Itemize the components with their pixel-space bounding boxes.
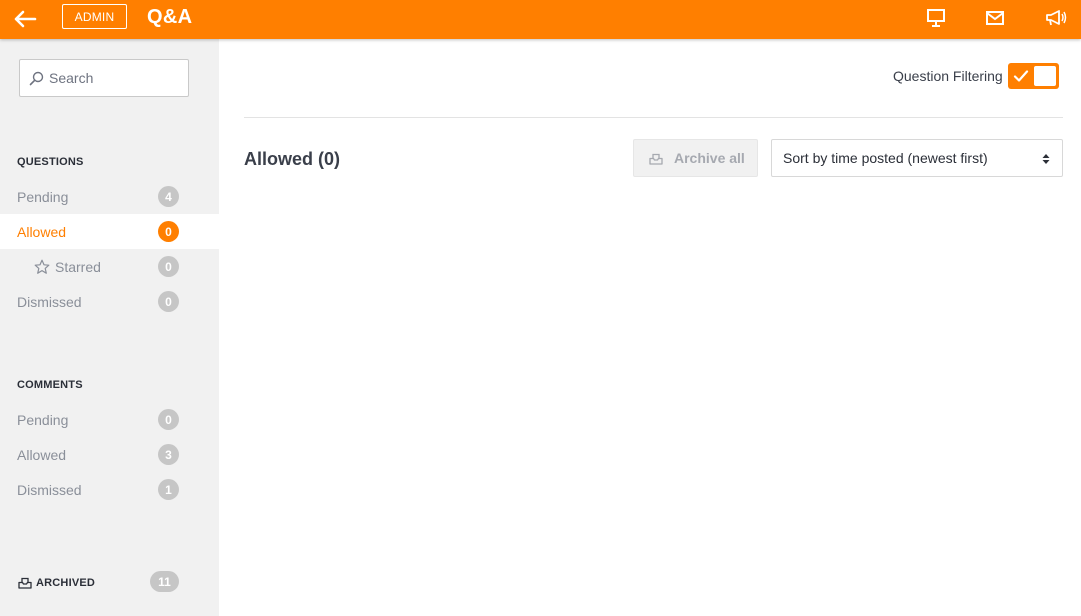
count-badge: 0 [158, 291, 179, 312]
toggle-knob [1034, 66, 1056, 86]
sort-select[interactable]: Sort by time posted (newest first) [771, 139, 1063, 177]
sidebar-item-label: Pending [17, 411, 69, 428]
question-filtering-toggle[interactable] [1008, 63, 1059, 89]
sidebar-item-questions-allowed[interactable]: Allowed 0 [0, 214, 219, 249]
archived-count-badge: 11 [150, 571, 179, 592]
arrow-left-icon [14, 10, 37, 28]
sidebar-item-comments-allowed[interactable]: Allowed 3 [0, 437, 219, 472]
questions-section-title: QUESTIONS [17, 156, 84, 168]
count-badge: 1 [158, 479, 179, 500]
count-badge: 4 [158, 186, 179, 207]
back-button[interactable] [10, 5, 40, 33]
sidebar-item-questions-starred[interactable]: Starred 0 [0, 249, 219, 284]
sidebar-item-label: Starred [55, 258, 101, 275]
archive-all-button[interactable]: Archive all [633, 139, 758, 177]
count-badge: 0 [158, 256, 179, 277]
archived-label: ARCHIVED [36, 577, 96, 589]
star-icon [34, 259, 50, 274]
presentation-icon [927, 9, 945, 27]
question-filtering-label: Question Filtering [893, 68, 1003, 84]
search-input[interactable] [49, 70, 179, 86]
presentation-button[interactable] [923, 6, 949, 30]
search-icon [29, 71, 44, 85]
sidebar-item-label: Dismissed [17, 481, 82, 498]
sidebar-item-archived[interactable]: ARCHIVED 11 [0, 565, 219, 600]
sidebar-item-questions-dismissed[interactable]: Dismissed 0 [0, 284, 219, 319]
mail-icon [986, 11, 1004, 25]
sort-selected-value: Sort by time posted (newest first) [783, 150, 988, 166]
announcement-button[interactable] [1043, 6, 1069, 30]
sidebar-item-label: Pending [17, 188, 69, 205]
archive-icon [18, 577, 32, 589]
top-bar: ADMIN Q&A [0, 0, 1081, 39]
mail-button[interactable] [982, 6, 1008, 30]
comments-section-title: COMMENTS [17, 379, 83, 391]
page-title: Q&A [147, 6, 193, 28]
check-icon [1013, 70, 1029, 82]
search-box[interactable] [19, 59, 189, 97]
archive-all-label: Archive all [674, 150, 745, 166]
archive-icon [649, 153, 663, 165]
admin-badge[interactable]: ADMIN [62, 4, 127, 29]
header-divider [244, 117, 1063, 118]
sidebar-item-comments-dismissed[interactable]: Dismissed 1 [0, 472, 219, 507]
count-badge: 3 [158, 444, 179, 465]
count-badge: 0 [158, 221, 179, 242]
count-badge: 0 [158, 409, 179, 430]
sidebar-item-label: Allowed [17, 446, 67, 463]
sidebar-item-label: Allowed [17, 223, 67, 240]
sort-caret-icon [1042, 154, 1050, 164]
sidebar-item-questions-pending[interactable]: Pending 4 [0, 179, 219, 214]
list-heading: Allowed (0) [244, 149, 341, 169]
sidebar-item-label: Dismissed [17, 293, 82, 310]
megaphone-icon [1046, 10, 1067, 26]
sidebar: QUESTIONS Pending 4 Allowed 0 Starred 0 … [0, 39, 219, 616]
sidebar-item-comments-pending[interactable]: Pending 0 [0, 402, 219, 437]
